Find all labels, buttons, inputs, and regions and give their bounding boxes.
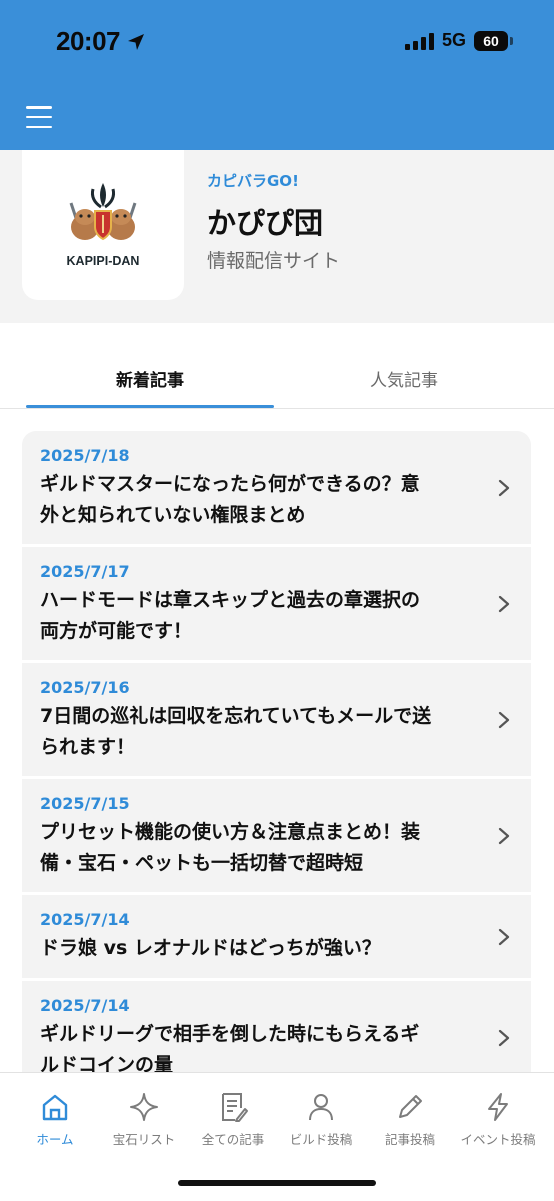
sparkle-icon [130,1093,158,1121]
document-list-icon [222,1093,248,1122]
nav-home[interactable]: ホーム [9,1091,101,1148]
site-title: かぴぴ団 [207,206,324,240]
nav-article-post[interactable]: 記事投稿 [364,1091,456,1148]
article-title-line: プリセット機能の使い方＆注意点まとめ！装 [40,821,421,843]
status-time: 20:07 [56,26,146,57]
article-title-line: ギルドマスターになったら何ができるの？意 [40,473,420,495]
chevron-right-icon [498,711,510,728]
article-date: 2025/7/14 [40,910,130,929]
home-indicator[interactable] [178,1180,376,1186]
cellular-signal-icon [404,32,434,50]
site-description: 情報配信サイト [207,250,341,272]
app-header: 20:07 5G 60 [0,0,554,150]
chevron-right-icon [498,595,510,612]
article-date: 2025/7/16 [40,678,130,697]
article-title-line: 外と知られていない権限まとめ [40,504,306,526]
article-title-line: ギルドリーグで相手を倒した時にもらえるギ [40,1023,420,1045]
article-title-line: 備・宝石・ペットも一括切替で超時短 [40,852,364,874]
nav-gem-list[interactable]: 宝石リスト [98,1091,190,1148]
article-title-line: 7日間の巡礼は回収を忘れていてもメールで送 [40,705,432,727]
lightning-icon [488,1093,508,1121]
nav-build-post-label: ビルド投稿 [289,1132,353,1147]
hamburger-menu-icon[interactable] [26,106,52,128]
nav-event-post[interactable]: イベント投稿 [452,1091,544,1148]
battery-icon: 60 [474,30,513,51]
location-arrow-icon [128,33,144,50]
nav-gem-list-label: 宝石リスト [112,1132,176,1147]
article-item[interactable]: 2025/7/18 ギルドマスターになったら何ができるの？意 外と知られていない権限… [22,431,531,544]
nav-build-post[interactable]: ビルド投稿 [275,1091,367,1148]
battery-level: 60 [483,32,499,49]
logo-text: KAPIPI-DAN [67,254,140,268]
chevron-right-icon [498,479,510,496]
nav-all-articles-label: 全ての記事 [201,1132,265,1147]
nav-event-post-label: イベント投稿 [460,1132,536,1147]
article-item[interactable]: 2025/7/16 7日間の巡礼は回収を忘れていてもメールで送 られます！ [22,663,531,776]
tab-new-articles[interactable]: 新着記事 [26,362,274,408]
chevron-right-icon [498,928,510,945]
pencil-icon [399,1095,422,1118]
article-title-line: ハードモードは章スキップと過去の章選択の [40,589,421,611]
status-time-text: 20:07 [56,26,121,56]
capybara-logo-icon: KAPIPI-DAN [67,183,140,268]
article-tabs: 新着記事 人気記事 [0,362,554,409]
chevron-right-icon [498,1029,510,1046]
nav-home-label: ホーム [36,1132,74,1147]
article-title-line: られます！ [40,736,136,758]
article-title-line: 両方が可能です！ [40,620,193,642]
chevron-right-icon [498,827,510,844]
home-icon [42,1094,68,1121]
article-title-line: ドラ娘 vs レオナルドはどっちが強い？ [40,937,381,959]
article-list: 2025/7/18 ギルドマスターになったら何ができるの？意 外と知られていない権限… [22,431,531,1097]
site-subtitle: カピバラGO! [207,172,299,190]
user-icon [309,1094,333,1121]
article-date: 2025/7/17 [40,562,130,581]
nav-article-post-label: 記事投稿 [384,1132,435,1147]
site-logo: KAPIPI-DAN [22,150,184,300]
tab-popular-articles[interactable]: 人気記事 [280,362,528,408]
article-item[interactable]: 2025/7/17 ハードモードは章スキップと過去の章選択の 両方が可能です！ [22,547,531,660]
article-date: 2025/7/18 [40,446,130,465]
nav-all-articles[interactable]: 全ての記事 [187,1091,279,1148]
article-date: 2025/7/15 [40,794,130,813]
article-item[interactable]: 2025/7/15 プリセット機能の使い方＆注意点まとめ！装 備・宝石・ペットも一括… [22,779,531,892]
article-date: 2025/7/14 [40,996,130,1015]
article-item[interactable]: 2025/7/14 ドラ娘 vs レオナルドはどっちが強い？ [22,895,531,978]
network-type: 5G [441,30,466,50]
status-indicators: 5G 60 [404,30,513,51]
